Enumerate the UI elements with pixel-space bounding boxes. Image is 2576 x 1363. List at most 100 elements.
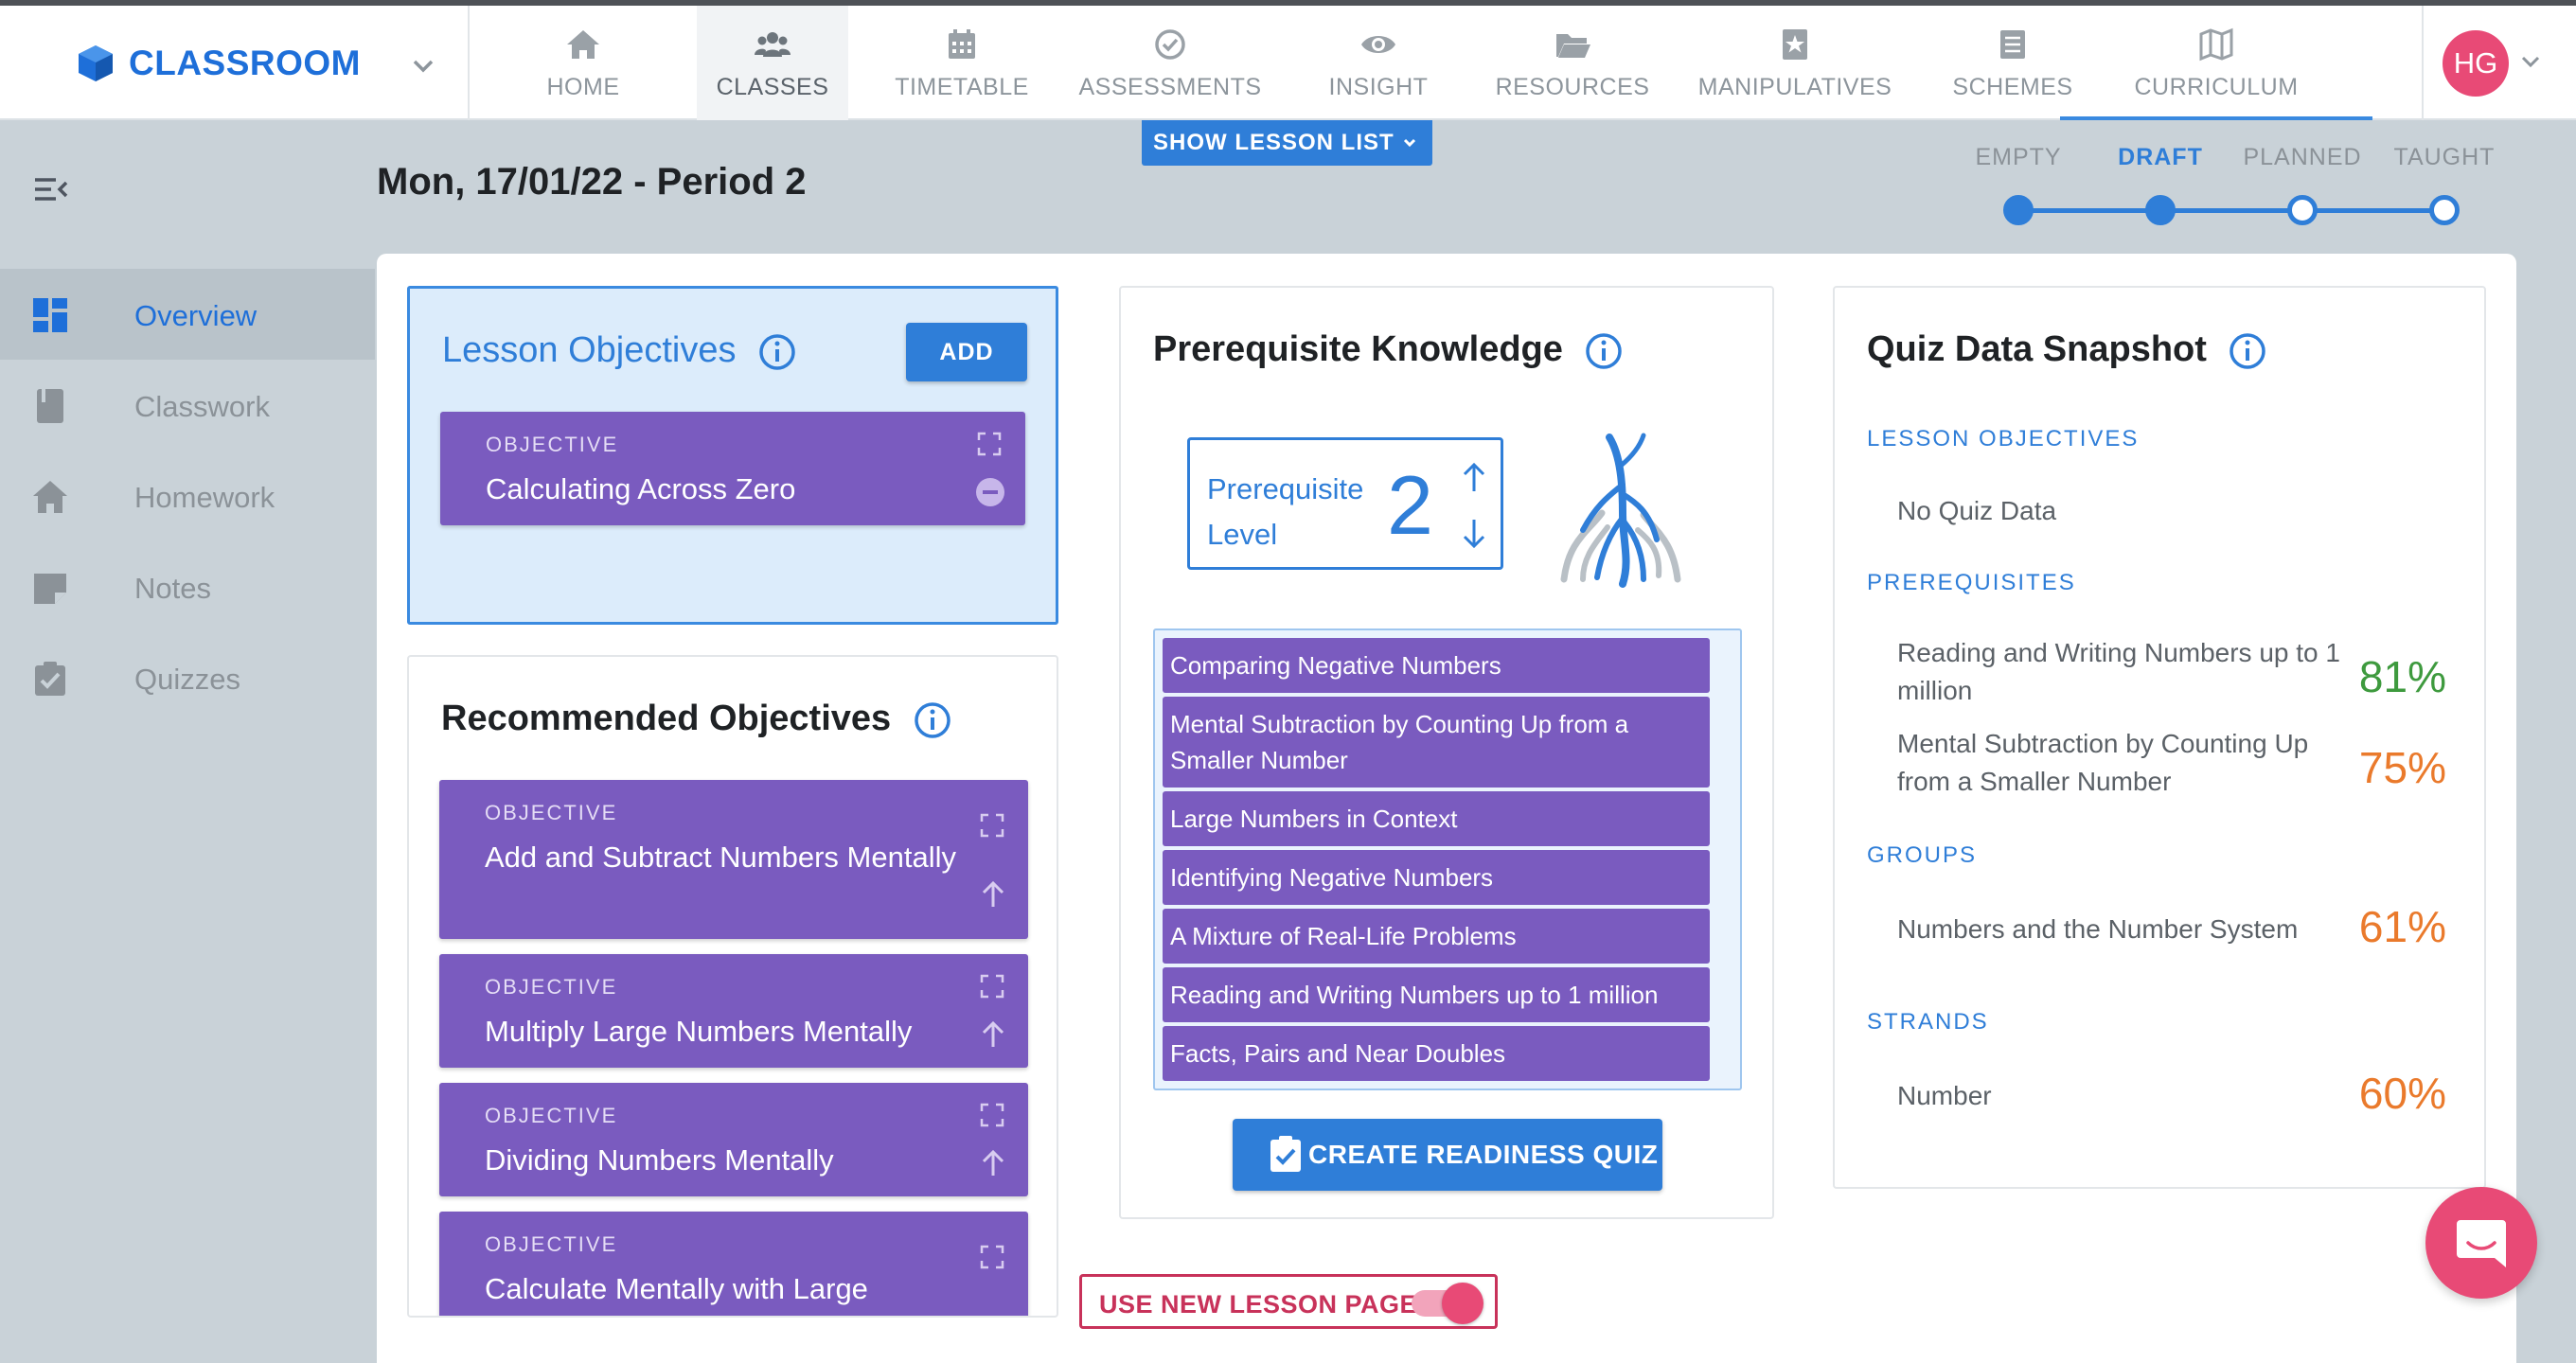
home-icon bbox=[567, 30, 599, 59]
sidebar-item-quizzes[interactable]: Quizzes bbox=[0, 632, 375, 723]
switch-knob[interactable] bbox=[1442, 1283, 1483, 1324]
sidebar-item-notes[interactable]: Notes bbox=[0, 541, 375, 632]
info-icon[interactable] bbox=[2228, 331, 2267, 371]
snapshot-row: Number 60% bbox=[1897, 1068, 2456, 1124]
nav-tab-manipulatives[interactable]: MANIPULATIVES bbox=[1691, 6, 1899, 120]
snapshot-row-percent: 75% bbox=[2358, 743, 2446, 792]
remove-icon[interactable] bbox=[974, 476, 1006, 508]
nav-tab-curriculum[interactable]: CURRICULUM bbox=[2060, 6, 2372, 120]
sidebar-item-classwork[interactable]: Classwork bbox=[0, 360, 375, 451]
arrow-up-icon[interactable] bbox=[977, 1147, 1009, 1179]
prerequisite-item[interactable]: Large Numbers in Context bbox=[1163, 791, 1710, 846]
step-dot bbox=[2003, 195, 2034, 225]
objective-item[interactable]: OBJECTIVE Dividing Numbers Mentally bbox=[439, 1083, 1028, 1196]
house-icon bbox=[33, 481, 67, 513]
prerequisite-level-control: Prerequisite Level 2 bbox=[1187, 437, 1503, 570]
lesson-status-stepper: EMPTY DRAFT PLANNED TAUGHT bbox=[1950, 144, 2556, 229]
chevron-down-icon[interactable] bbox=[2518, 49, 2543, 74]
snapshot-row-name: Numbers and the Number System bbox=[1897, 914, 2299, 944]
nav-tab-label: CURRICULUM bbox=[2134, 74, 2299, 100]
check-circle-icon bbox=[1155, 29, 1185, 60]
expand-icon[interactable] bbox=[979, 1244, 1005, 1270]
section-label-lesson-objectives: LESSON OBJECTIVES bbox=[1867, 426, 2140, 451]
lesson-objectives-card: Lesson Objectives ADD OBJECTIVE Calculat… bbox=[407, 286, 1058, 625]
objective-item[interactable]: OBJECTIVE Calculate Mentally with Large bbox=[439, 1212, 1028, 1316]
eye-icon bbox=[1361, 36, 1395, 53]
quiz-data-snapshot-card: Quiz Data Snapshot LESSON OBJECTIVES No … bbox=[1833, 286, 2486, 1189]
quiz-snapshot-title: Quiz Data Snapshot bbox=[1867, 329, 2207, 369]
create-readiness-quiz-label: CREATE READINESS QUIZ bbox=[1308, 1140, 1659, 1169]
expand-icon[interactable] bbox=[976, 431, 1003, 457]
sidebar-item-label: Overview bbox=[134, 299, 258, 332]
nav-tab-home[interactable]: HOME bbox=[470, 6, 697, 120]
chevron-down-icon[interactable] bbox=[409, 51, 437, 80]
collapse-sidebar-icon[interactable] bbox=[32, 170, 70, 208]
step-label: EMPTY bbox=[1975, 144, 2062, 170]
sidebar-item-homework[interactable]: Homework bbox=[0, 451, 375, 541]
step-dot bbox=[2145, 195, 2176, 225]
step-label: DRAFT bbox=[2118, 144, 2203, 170]
brand-switcher[interactable]: CLASSROOM bbox=[0, 6, 470, 120]
info-icon[interactable] bbox=[757, 332, 797, 372]
use-new-lesson-page-toggle[interactable]: USE NEW LESSON PAGE bbox=[1079, 1274, 1498, 1329]
top-navigation-bar: CLASSROOM HOME CLASSES TIMETABLE ASSESSM… bbox=[0, 0, 2576, 120]
snapshot-row-percent: 60% bbox=[2358, 1069, 2446, 1118]
expand-icon[interactable] bbox=[979, 1102, 1005, 1128]
show-lesson-list-label: SHOW LESSON LIST bbox=[1153, 130, 1395, 155]
nav-tab-label: TIMETABLE bbox=[895, 74, 1029, 100]
info-icon[interactable] bbox=[913, 700, 952, 740]
step-dot bbox=[2287, 195, 2318, 225]
expand-icon[interactable] bbox=[979, 812, 1005, 839]
sidebar-item-label: Classwork bbox=[134, 390, 270, 423]
nav-tab-assessments[interactable]: ASSESSMENTS bbox=[1066, 6, 1274, 120]
toggle-label: USE NEW LESSON PAGE bbox=[1099, 1290, 1418, 1319]
nav-tab-resources[interactable]: RESOURCES bbox=[1478, 6, 1667, 120]
step-planned[interactable]: PLANNED bbox=[2231, 144, 2373, 225]
nav-tab-insight[interactable]: INSIGHT bbox=[1284, 6, 1473, 120]
prerequisite-item[interactable]: Facts, Pairs and Near Doubles bbox=[1163, 1026, 1710, 1081]
stepper-line bbox=[2018, 208, 2444, 213]
nav-tab-classes[interactable]: CLASSES bbox=[697, 6, 848, 120]
arrow-up-icon[interactable] bbox=[1455, 459, 1493, 497]
step-draft[interactable]: DRAFT bbox=[2089, 144, 2231, 225]
nav-tab-label: HOME bbox=[546, 74, 620, 100]
step-label: PLANNED bbox=[2243, 144, 2362, 170]
prerequisite-item[interactable]: Reading and Writing Numbers up to 1 mill… bbox=[1163, 967, 1710, 1022]
objective-name: Calculating Across Zero bbox=[486, 472, 796, 505]
prerequisite-item[interactable]: Mental Subtraction by Counting Up from a… bbox=[1163, 697, 1710, 788]
snapshot-row: Numbers and the Number System 61% bbox=[1897, 901, 2456, 958]
nav-tab-timetable[interactable]: TIMETABLE bbox=[867, 6, 1057, 120]
arrow-up-icon[interactable] bbox=[977, 878, 1009, 911]
expand-icon[interactable] bbox=[979, 973, 1005, 1000]
users-icon bbox=[755, 32, 791, 57]
arrow-down-icon[interactable] bbox=[1455, 514, 1493, 552]
nav-divider bbox=[2422, 6, 2424, 120]
sidebar-item-label: Homework bbox=[134, 481, 275, 514]
clipboard-check-icon bbox=[1270, 1136, 1301, 1172]
objective-name: Dividing Numbers Mentally bbox=[485, 1143, 834, 1177]
nav-tab-label: RESOURCES bbox=[1495, 74, 1650, 100]
objective-item[interactable]: OBJECTIVE Calculating Across Zero bbox=[440, 412, 1025, 525]
snapshot-row-name: Mental Subtraction by Counting Up from a… bbox=[1897, 729, 2309, 796]
objective-item[interactable]: OBJECTIVE Multiply Large Numbers Mentall… bbox=[439, 954, 1028, 1068]
arrow-up-icon[interactable] bbox=[977, 1018, 1009, 1051]
snapshot-row-percent: 61% bbox=[2358, 902, 2446, 951]
prerequisite-item[interactable]: Comparing Negative Numbers bbox=[1163, 638, 1710, 693]
info-icon[interactable] bbox=[1584, 331, 1624, 371]
objective-item[interactable]: OBJECTIVE Add and Subtract Numbers Menta… bbox=[439, 780, 1028, 939]
add-objective-button[interactable]: ADD bbox=[906, 323, 1027, 381]
show-lesson-list-button[interactable]: SHOW LESSON LIST bbox=[1142, 120, 1432, 166]
create-readiness-quiz-button[interactable]: CREATE READINESS QUIZ bbox=[1233, 1119, 1662, 1191]
avatar[interactable]: HG bbox=[2443, 30, 2509, 97]
no-quiz-data-text: No Quiz Data bbox=[1897, 496, 2057, 525]
step-dot bbox=[2429, 195, 2460, 225]
card-title: Lesson Objectives bbox=[442, 330, 797, 372]
list-box-icon bbox=[2000, 30, 2025, 59]
sidebar-item-overview[interactable]: Overview bbox=[0, 269, 375, 360]
step-taught[interactable]: TAUGHT bbox=[2373, 144, 2515, 225]
prerequisite-item[interactable]: A Mixture of Real-Life Problems bbox=[1163, 909, 1710, 964]
section-label-prerequisites: PREREQUISITES bbox=[1867, 570, 2076, 595]
prerequisite-item[interactable]: Identifying Negative Numbers bbox=[1163, 850, 1710, 905]
chat-support-button[interactable] bbox=[2425, 1187, 2537, 1299]
step-empty[interactable]: EMPTY bbox=[1947, 144, 2089, 225]
